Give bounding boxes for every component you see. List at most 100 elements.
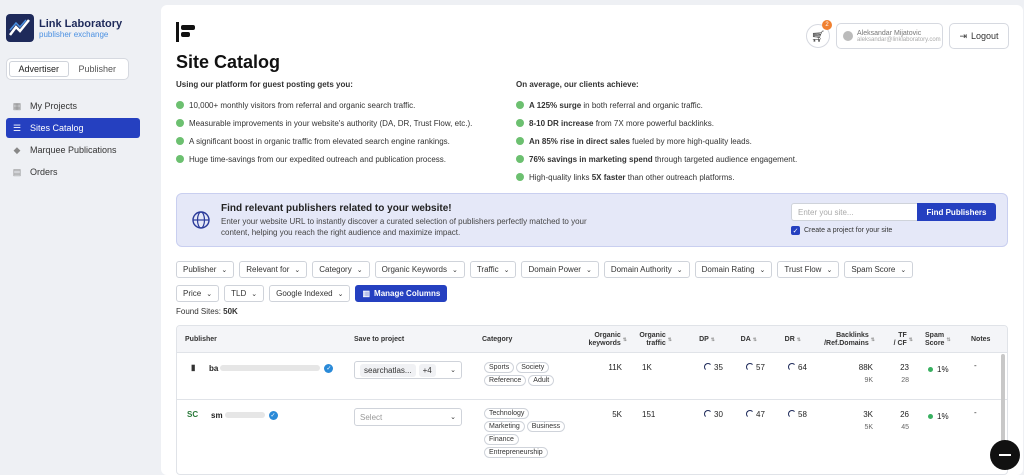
benefits-left: Using our platform for guest posting get… [176, 80, 472, 168]
filter-organic-keywords[interactable]: Organic Keywords ⌄ [374, 261, 465, 278]
category-tag: Adult [528, 375, 555, 386]
publisher-name: ba [209, 363, 219, 373]
sidebar-nav: ▦ My Projects ☰ Sites Catalog ◆ Marquee … [6, 96, 140, 184]
filter-price[interactable]: Price ⌄ [176, 285, 220, 302]
filter-spam-score[interactable]: Spam Score ⌄ [844, 261, 914, 278]
filter-relevant-for[interactable]: Relevant for ⌄ [239, 261, 308, 278]
chevron-down-icon: ⌄ [221, 266, 228, 274]
category-tag: Sports [484, 362, 515, 373]
category-tag: Technology [484, 408, 530, 419]
sidebar-item-marquee-publications[interactable]: ◆ Marquee Publications [6, 140, 140, 160]
sort-icon: ⇅ [796, 336, 801, 343]
benefits-left-heading: Using our platform for guest posting get… [176, 80, 353, 89]
found-sites: Found Sites: 50K [176, 307, 238, 316]
notes-cell[interactable]: - [974, 408, 977, 417]
chevron-down-icon: ⌄ [585, 266, 592, 274]
filter-row: Publisher ⌄ Relevant for ⌄ Category ⌄ Organ… [176, 261, 1006, 285]
chat-widget-button[interactable] [990, 440, 1020, 470]
da-value: 57 [746, 363, 765, 372]
table-row: ▮ ba ✓ searchatlas... +4 ⌄ Sports Societ… [177, 353, 1007, 400]
filter-category[interactable]: Category ⌄ [312, 261, 370, 278]
col-traffic[interactable]: Organic traffic ⇅ [632, 326, 672, 353]
list-item: High-quality links 5X faster than other … [516, 168, 797, 186]
gauge-icon [704, 363, 712, 371]
status-dot [928, 367, 933, 372]
logout-label: Logout [971, 31, 999, 41]
list-item: Huge time-savings from our expedited out… [176, 150, 472, 168]
checkmark-icon: ✓ [791, 226, 800, 235]
save-to-project[interactable]: Select ⌄ [354, 408, 462, 426]
publisher-name: sm [211, 410, 223, 420]
chevron-down-icon: ⌄ [251, 290, 258, 298]
save-to-project[interactable]: searchatlas... +4 ⌄ [354, 361, 462, 379]
filter-domain-authority[interactable]: Domain Authority ⌄ [603, 261, 690, 278]
create-project-checkbox[interactable]: ✓ Create a project for your site [791, 226, 892, 235]
table-header: Publisher Save to project Category Organ… [177, 326, 1007, 353]
sort-icon: ⇅ [870, 336, 875, 343]
status-dot [928, 414, 933, 419]
sidebar-item-sites-catalog[interactable]: ☰ Sites Catalog [6, 118, 140, 138]
category-tag: Finance [484, 434, 519, 445]
filter-trust-flow[interactable]: Trust Flow ⌄ [777, 261, 840, 278]
list-item: Measurable improvements in your website'… [176, 114, 472, 132]
sidebar-item-label: Marquee Publications [30, 145, 117, 155]
mode-tabs: Advertiser Publisher [6, 58, 129, 80]
logo-subtitle: publisher exchange [39, 29, 109, 39]
found-sites-count: 50K [223, 307, 238, 316]
filter-tld[interactable]: TLD ⌄ [224, 285, 265, 302]
col-category: Category [482, 335, 513, 343]
benefits-right: On average, our clients achieve: A 125% … [516, 80, 797, 186]
find-publishers-button[interactable]: Find Publishers [917, 203, 996, 221]
sort-icon: ⇅ [622, 336, 627, 343]
sidebar-item-label: Orders [30, 167, 58, 177]
col-publisher[interactable]: Publisher [185, 326, 217, 353]
check-icon [516, 173, 524, 181]
publisher-cell[interactable]: SC sm ✓ [187, 410, 278, 420]
chevron-down-icon: ⌄ [676, 266, 683, 274]
list-icon: ☰ [12, 122, 22, 133]
site-url-input[interactable]: Enter you site... [791, 203, 918, 221]
filter-domain-power[interactable]: Domain Power ⌄ [521, 261, 599, 278]
gauge-icon [788, 410, 796, 418]
col-keywords[interactable]: Organic keywords ⇅ [577, 326, 628, 353]
dr-value: 58 [788, 410, 807, 419]
filter-domain-rating[interactable]: Domain Rating ⌄ [694, 261, 773, 278]
cart-button[interactable]: 🛒︎ 2 [806, 20, 832, 48]
dp-value: 30 [704, 410, 723, 419]
ref-domains-value: 9K [864, 377, 873, 384]
notes-cell[interactable]: - [974, 361, 977, 370]
col-dp[interactable]: DP ⇅ [687, 326, 715, 353]
filter-publisher[interactable]: Publisher ⌄ [176, 261, 235, 278]
project-select[interactable]: Select ⌄ [354, 408, 462, 426]
dp-value: 35 [704, 363, 723, 372]
sidebar-item-my-projects[interactable]: ▦ My Projects [6, 96, 140, 116]
filter-traffic[interactable]: Traffic ⌄ [469, 261, 517, 278]
check-icon [516, 137, 524, 145]
grid-icon: ▦ [12, 100, 22, 111]
chevron-down-icon: ⌄ [759, 266, 766, 274]
user-menu[interactable]: Aleksandar Mijatovic aleksandar@linklabo… [836, 23, 943, 49]
check-icon [176, 119, 184, 127]
sort-icon: ⇅ [908, 336, 913, 343]
col-dr[interactable]: DR ⇅ [773, 326, 801, 353]
logout-button[interactable]: ⇥ Logout [949, 23, 1009, 49]
gauge-icon [788, 363, 796, 371]
backlinks-value: 88K [858, 363, 873, 372]
filter-google-indexed[interactable]: Google Indexed ⌄ [269, 285, 351, 302]
organic-keywords: 11K [608, 363, 622, 372]
app-logo[interactable]: Link Laboratory publisher exchange [6, 14, 122, 42]
check-icon [176, 155, 184, 163]
col-spam-score[interactable]: Spam Score ⇅ [925, 326, 951, 353]
col-da[interactable]: DA ⇅ [729, 326, 757, 353]
col-tf-cf[interactable]: TF / CF ⇅ [885, 326, 913, 353]
col-notes: Notes [971, 335, 991, 343]
col-backlinks[interactable]: Backlinks/Ref.Domains ⇅ [817, 326, 875, 353]
publisher-cell[interactable]: ▮ ba ✓ [191, 363, 334, 373]
manage-columns-button[interactable]: ▥ Manage Columns [355, 285, 448, 302]
project-select[interactable]: searchatlas... +4 ⌄ [354, 361, 462, 379]
tab-advertiser[interactable]: Advertiser [9, 61, 69, 77]
chevron-down-icon: ⌄ [337, 290, 344, 298]
sidebar-item-orders[interactable]: ▤ Orders [6, 162, 140, 182]
dr-value: 64 [788, 363, 807, 372]
tab-publisher[interactable]: Publisher [69, 61, 127, 77]
